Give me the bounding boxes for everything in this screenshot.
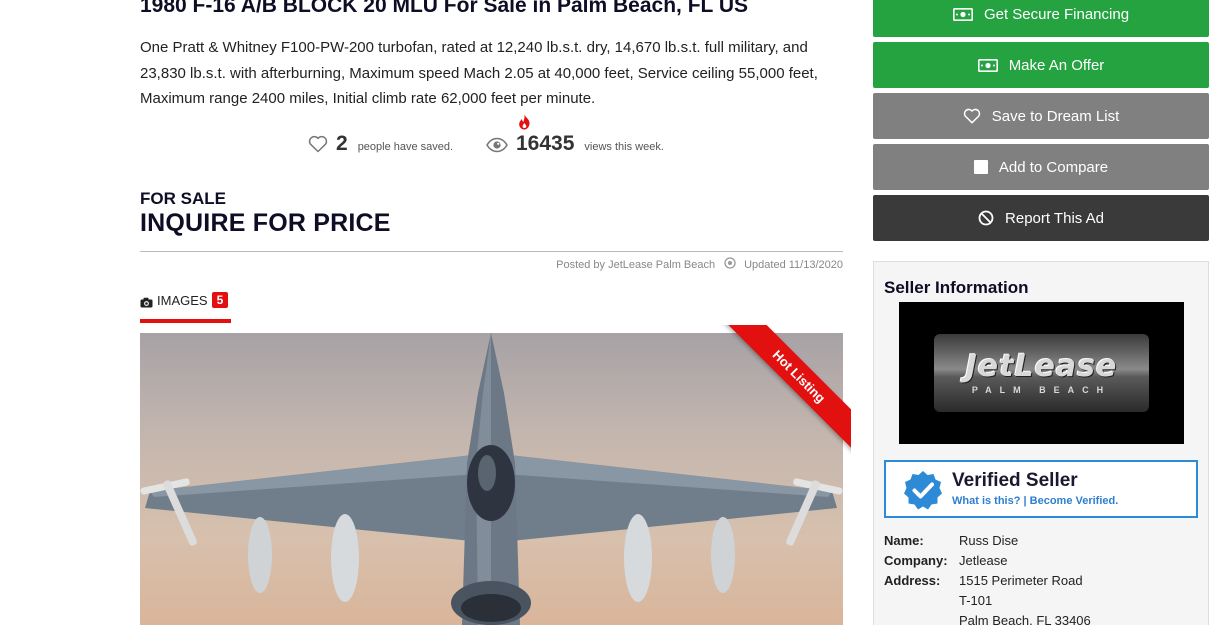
- report-ad-button[interactable]: Report This Ad: [873, 195, 1209, 241]
- logo-text: JetLease: [965, 348, 1118, 384]
- images-count-badge: 5: [211, 292, 229, 308]
- money-icon: [952, 7, 973, 21]
- views-stat: 16435 views this week.: [486, 132, 664, 156]
- name-label: Name:: [884, 533, 924, 548]
- hot-listing-label: Hot Listing: [718, 325, 851, 457]
- save-dream-list-label: Save to Dream List: [991, 107, 1120, 125]
- seller-panel: Seller Information JetLease PALM BEACH V…: [873, 261, 1209, 625]
- logo-subtext: PALM BEACH: [971, 384, 1112, 395]
- add-to-compare-button[interactable]: Add to Compare: [873, 144, 1209, 190]
- seller-name: Russ Dise: [959, 533, 1019, 548]
- listing-description: One Pratt & Whitney F100-PW-200 turbofan…: [140, 39, 818, 107]
- add-to-compare-label: Add to Compare: [998, 158, 1109, 176]
- saved-stat: 2 people have saved.: [308, 132, 453, 156]
- heart-icon[interactable]: [308, 135, 328, 153]
- listing-meta: Posted by JetLease Palm Beach Updated 11…: [556, 257, 843, 272]
- seller-address: 1515 Perimeter Road T-101 Palm Beach, FL…: [959, 571, 1091, 625]
- logo-plate: JetLease PALM BEACH: [934, 334, 1149, 412]
- ban-icon: [978, 210, 994, 226]
- money-icon: [977, 58, 998, 72]
- tab-images[interactable]: IMAGES 5: [140, 292, 231, 323]
- seller-logo[interactable]: JetLease PALM BEACH: [899, 302, 1184, 444]
- eye-icon: [486, 137, 508, 153]
- clock-icon: [724, 257, 736, 272]
- address-line: 1515 Perimeter Road: [959, 573, 1083, 588]
- make-offer-label: Make An Offer: [1008, 56, 1105, 74]
- checkbox-icon: [973, 160, 988, 174]
- address-line: T-101: [959, 593, 993, 608]
- save-dream-list-button[interactable]: Save to Dream List: [873, 93, 1209, 139]
- views-count: 16435: [516, 132, 575, 155]
- seller-heading: Seller Information: [884, 278, 1029, 297]
- address-line: Palm Beach, FL 33406: [959, 613, 1091, 625]
- sale-status: FOR SALE: [140, 189, 226, 208]
- seller-details: Name: Russ Dise Company: Jetlease Addres…: [884, 531, 1091, 625]
- images-tab-label: IMAGES: [157, 293, 208, 308]
- updated-date: Updated 11/13/2020: [744, 258, 843, 271]
- verified-seller-title: Verified Seller: [952, 470, 1078, 491]
- make-offer-button[interactable]: Make An Offer: [873, 42, 1209, 88]
- address-label: Address:: [884, 573, 941, 588]
- camera-icon: [140, 295, 153, 313]
- saved-count: 2: [336, 132, 348, 155]
- verified-seller-box: Verified Seller What is this? | Become V…: [884, 460, 1198, 518]
- company-label: Company:: [884, 553, 948, 568]
- views-text: views this week.: [584, 141, 664, 153]
- seller-name-row: Name: Russ Dise: [884, 531, 1091, 551]
- saved-text: people have saved.: [357, 141, 454, 153]
- verified-badge-icon: [903, 470, 943, 515]
- verified-links[interactable]: What is this? | Become Verified.: [952, 495, 1118, 507]
- seller-address-row: Address: 1515 Perimeter Road T-101 Palm …: [884, 571, 1091, 625]
- listing-stats: 2 people have saved. 16435 views this we…: [140, 114, 843, 164]
- get-financing-label: Get Secure Financing: [983, 5, 1130, 23]
- get-financing-button[interactable]: Get Secure Financing: [873, 0, 1209, 37]
- posted-by[interactable]: Posted by JetLease Palm Beach: [556, 259, 715, 271]
- listing-title: 1980 F-16 A/B BLOCK 20 MLU For Sale in P…: [140, 0, 748, 17]
- hot-listing-ribbon: Hot Listing: [711, 325, 851, 465]
- price: INQUIRE FOR PRICE: [140, 209, 391, 237]
- divider: [140, 251, 843, 252]
- report-ad-label: Report This Ad: [1005, 209, 1104, 227]
- seller-company: Jetlease: [959, 553, 1008, 568]
- seller-company-row: Company: Jetlease: [884, 551, 1091, 571]
- heart-icon: [963, 108, 981, 124]
